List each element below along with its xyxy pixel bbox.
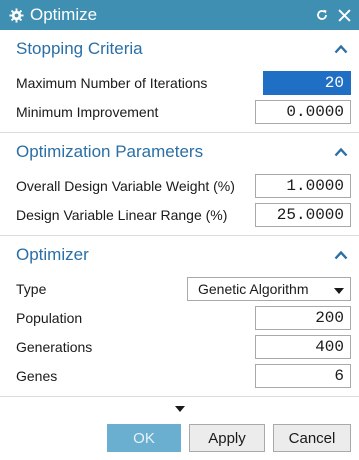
min-improvement-input[interactable]: 0.0000 bbox=[255, 99, 351, 124]
dialog-footer: OK Apply Cancel bbox=[0, 419, 359, 457]
more-options-toggle[interactable] bbox=[0, 397, 359, 419]
optimization-parameters-group: Optimization Parameters Overall Design V… bbox=[0, 133, 359, 236]
linear-range-label: Design Variable Linear Range (%) bbox=[16, 206, 228, 223]
stopping-criteria-group: Stopping Criteria Maximum Number of Iter… bbox=[0, 30, 359, 133]
max-iterations-input[interactable]: 20 bbox=[263, 70, 351, 95]
ok-button[interactable]: OK bbox=[107, 424, 181, 452]
design-variable-weight-input[interactable]: 1.0000 bbox=[255, 173, 351, 198]
genes-input[interactable]: 6 bbox=[255, 363, 351, 388]
optimizer-type-label: Type bbox=[16, 280, 47, 297]
min-improvement-label: Minimum Improvement bbox=[16, 103, 159, 120]
optimization-parameters-header[interactable]: Optimization Parameters bbox=[0, 133, 359, 171]
optimizer-type-select[interactable]: Genetic Algorithm bbox=[187, 276, 351, 301]
max-iterations-row: Maximum Number of Iterations 20 bbox=[0, 68, 359, 97]
population-input[interactable]: 200 bbox=[255, 305, 351, 330]
cancel-button[interactable]: Cancel bbox=[273, 424, 351, 452]
collapse-caret-icon[interactable] bbox=[333, 248, 349, 262]
design-variable-weight-row: Overall Design Variable Weight (%) 1.000… bbox=[0, 171, 359, 200]
title-bar: Optimize bbox=[0, 0, 359, 30]
genes-row: Genes 6 bbox=[0, 361, 359, 390]
generations-label: Generations bbox=[16, 338, 93, 355]
population-row: Population 200 bbox=[0, 303, 359, 332]
optimization-parameters-title: Optimization Parameters bbox=[16, 142, 204, 161]
genes-label: Genes bbox=[16, 367, 58, 384]
apply-button[interactable]: Apply bbox=[189, 424, 265, 452]
optimize-dialog: Optimize Stopping Criteria Maximum Numbe… bbox=[0, 0, 359, 460]
optimizer-type-value: Genetic Algorithm bbox=[198, 280, 309, 297]
reset-icon[interactable] bbox=[313, 5, 331, 25]
dropdown-arrow-icon bbox=[334, 281, 344, 297]
optimizer-title: Optimizer bbox=[16, 245, 89, 264]
optimizer-header[interactable]: Optimizer bbox=[0, 236, 359, 274]
linear-range-input[interactable]: 25.0000 bbox=[255, 202, 351, 227]
min-improvement-row: Minimum Improvement 0.0000 bbox=[0, 97, 359, 126]
collapse-caret-icon[interactable] bbox=[333, 145, 349, 159]
linear-range-row: Design Variable Linear Range (%) 25.0000 bbox=[0, 200, 359, 229]
population-label: Population bbox=[16, 309, 83, 326]
expand-arrow-icon bbox=[174, 399, 185, 417]
max-iterations-label: Maximum Number of Iterations bbox=[16, 74, 208, 91]
generations-input[interactable]: 400 bbox=[255, 334, 351, 359]
dialog-title: Optimize bbox=[30, 5, 98, 24]
generations-row: Generations 400 bbox=[0, 332, 359, 361]
stopping-criteria-header[interactable]: Stopping Criteria bbox=[0, 30, 359, 68]
close-icon[interactable] bbox=[335, 5, 353, 25]
design-variable-weight-label: Overall Design Variable Weight (%) bbox=[16, 177, 235, 194]
gear-icon bbox=[8, 7, 24, 23]
collapse-caret-icon[interactable] bbox=[333, 42, 349, 56]
optimizer-type-row: Type Genetic Algorithm bbox=[0, 274, 359, 303]
stopping-criteria-title: Stopping Criteria bbox=[16, 39, 143, 58]
optimizer-group: Optimizer Type Genetic Algorithm Populat… bbox=[0, 236, 359, 397]
